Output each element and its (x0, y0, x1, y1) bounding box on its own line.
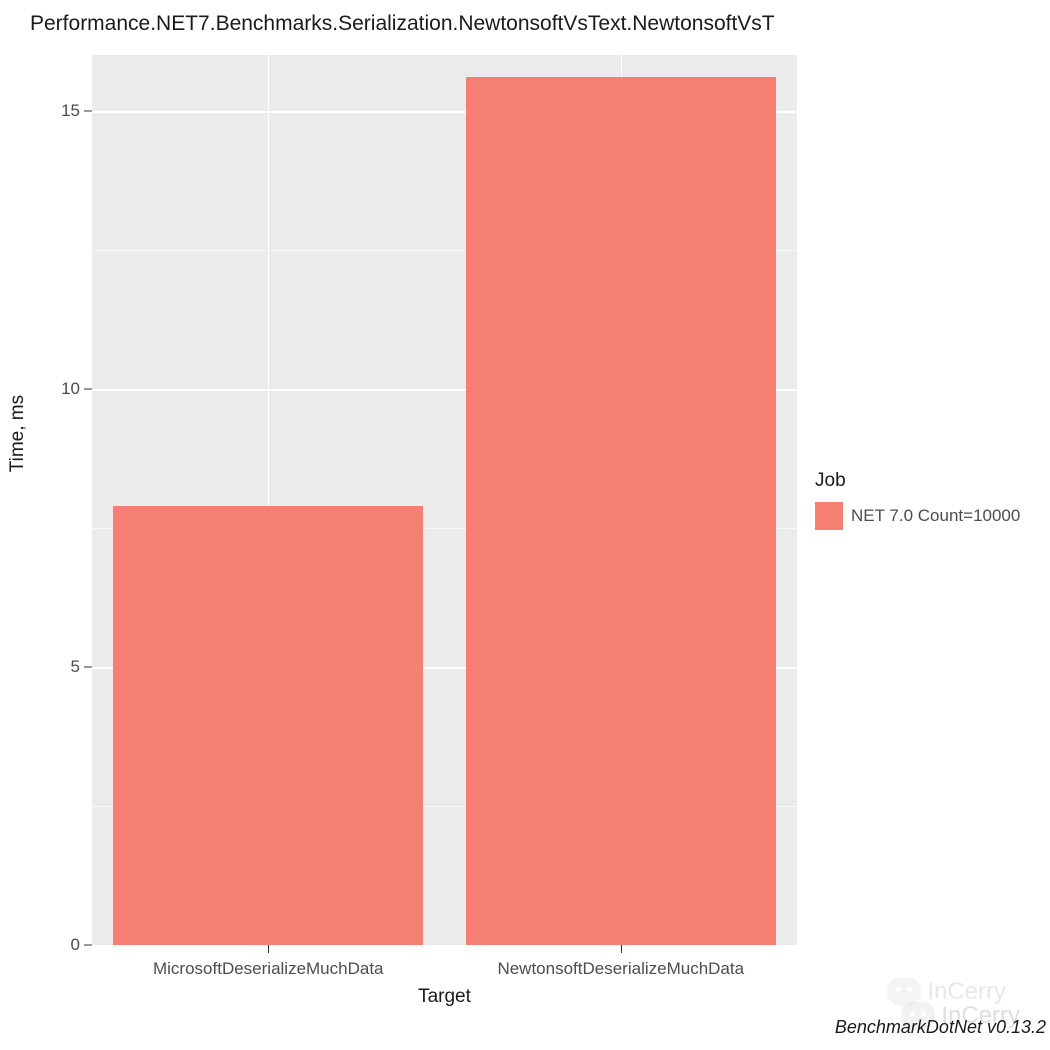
y-axis-label: Time, ms (7, 395, 29, 472)
gridline-h (92, 945, 797, 947)
y-tick-label: 0 (71, 935, 80, 955)
plot-area (92, 55, 797, 945)
legend: Job NET 7.0 Count=10000 (815, 470, 1020, 530)
bar (113, 506, 423, 945)
legend-title: Job (815, 470, 1020, 492)
y-tick-label: 10 (61, 379, 80, 399)
x-tick-label: NewtonsoftDeserializeMuchData (497, 959, 744, 979)
y-tick-mark (84, 110, 92, 111)
y-axis: 051015 (0, 55, 92, 945)
y-tick-label: 15 (61, 101, 80, 121)
bar (466, 77, 776, 945)
y-tick-label: 5 (71, 657, 80, 677)
legend-item: NET 7.0 Count=10000 (815, 502, 1020, 530)
x-tick-label: MicrosoftDeserializeMuchData (153, 959, 384, 979)
y-tick-mark (84, 945, 92, 946)
x-tick-mark (621, 945, 622, 953)
legend-swatch (815, 502, 843, 530)
chart-container: Performance.NET7.Benchmarks.Serializatio… (0, 0, 1050, 1050)
x-axis-label: Target (92, 986, 797, 1008)
y-tick-mark (84, 388, 92, 389)
x-tick-mark (268, 945, 269, 953)
legend-label: NET 7.0 Count=10000 (851, 506, 1020, 526)
footer-text: BenchmarkDotNet v0.13.2 (835, 1017, 1046, 1038)
chart-title: Performance.NET7.Benchmarks.Serializatio… (30, 12, 1035, 36)
y-tick-mark (84, 666, 92, 667)
